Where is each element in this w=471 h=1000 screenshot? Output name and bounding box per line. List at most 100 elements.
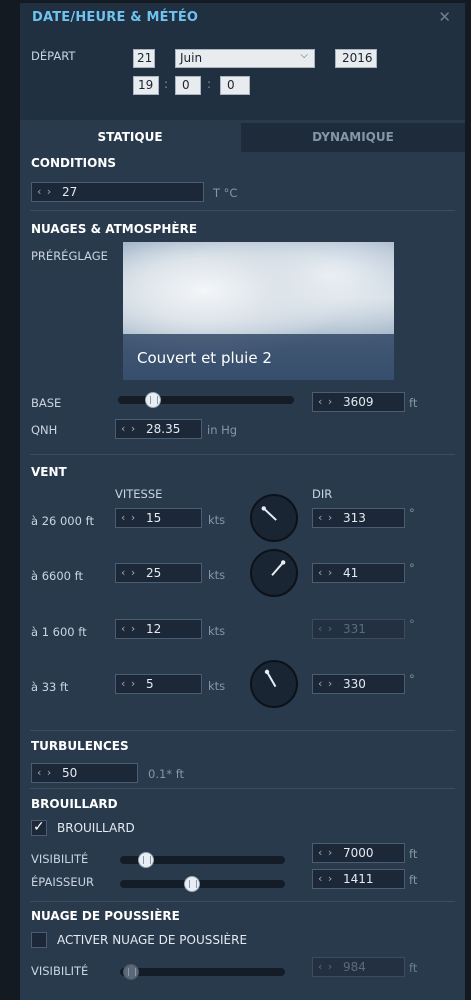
day-field[interactable]: 21 (133, 49, 155, 68)
wind-altitude-label: à 1 600 ft (31, 625, 87, 639)
stepper-arrows-icon[interactable]: ‹ › (318, 566, 333, 579)
conditions-title: CONDITIONS (31, 156, 117, 170)
preset-name: Couvert et pluie 2 (137, 349, 272, 367)
stepper-arrows-icon[interactable]: ‹ › (318, 622, 333, 635)
preset-label: PRÉRÉGLAGE (31, 249, 108, 263)
wind-altitude-label: à 26 000 ft (31, 514, 94, 528)
wind-speed-unit: kts (208, 624, 226, 638)
qnh-label: QNH (31, 423, 58, 437)
wind-dir-stepper[interactable]: ‹ › 41 (312, 563, 405, 583)
year-field[interactable]: 2016 (335, 49, 377, 68)
stepper-arrows-icon[interactable]: ‹ › (318, 511, 333, 524)
tab-bar: STATIQUE DYNAMIQUE (20, 123, 465, 152)
fog-visibility-unit: ft (409, 847, 418, 861)
tab-dynamic[interactable]: DYNAMIQUE (241, 123, 465, 152)
dust-visibility-label: VISIBILITÉ (31, 964, 89, 978)
fog-thickness-slider[interactable] (120, 880, 285, 888)
stepper-arrows-icon[interactable]: ‹ › (318, 395, 333, 408)
time-colon: : (207, 77, 212, 91)
wind-dir-stepper[interactable]: ‹ › 330 (312, 674, 405, 694)
second-field[interactable]: 0 (220, 76, 250, 95)
stepper-arrows-icon[interactable]: ‹ › (37, 185, 52, 198)
wind-dir-unit: ° (409, 561, 415, 575)
wind-dir-unit: ° (409, 617, 415, 631)
dial-needle-tip (280, 560, 286, 565)
wind-direction-dial[interactable] (249, 493, 299, 543)
fog-visibility-label: VISIBILITÉ (31, 852, 89, 866)
stepper-arrows-icon[interactable]: ‹ › (318, 960, 333, 973)
departure-label: DÉPART (31, 49, 76, 63)
fog-title: BROUILLARD (31, 797, 118, 811)
divider (30, 730, 455, 731)
chevron-down-icon: ⌵ (300, 50, 308, 61)
dust-title: NUAGE DE POUSSIÈRE (31, 909, 180, 923)
divider (30, 901, 455, 902)
fog-thickness-stepper[interactable]: ‹ › 1411 (312, 869, 405, 889)
base-unit: ft (409, 396, 418, 410)
stepper-arrows-icon[interactable]: ‹ › (37, 766, 52, 779)
base-stepper[interactable]: ‹ › 3609 (312, 392, 405, 412)
dial-needle-tip (264, 669, 270, 675)
speed-header: VITESSE (115, 487, 163, 501)
wind-title: VENT (31, 465, 67, 479)
weather-panel: DATE/HEURE & MÉTÉO ✕ DÉPART 21 Juin ⌵ 20… (20, 3, 465, 1000)
wind-speed-stepper[interactable]: ‹ › 12 (115, 619, 202, 639)
fog-visibility-stepper[interactable]: ‹ › 7000 (312, 843, 405, 863)
fog-visibility-slider-handle[interactable] (137, 852, 154, 868)
turbulence-title: TURBULENCES (31, 739, 129, 753)
wind-speed-stepper[interactable]: ‹ › 25 (115, 563, 202, 583)
fog-thickness-label: ÉPAISSEUR (31, 875, 94, 889)
dir-header: DIR (312, 487, 333, 501)
stepper-arrows-icon[interactable]: ‹ › (121, 622, 136, 635)
wind-direction-dial[interactable] (249, 659, 299, 709)
wind-speed-unit: kts (208, 679, 226, 693)
wind-dir-unit: ° (409, 506, 415, 520)
clouds-title: NUAGES & ATMOSPHÈRE (31, 222, 198, 236)
base-slider-handle[interactable] (145, 392, 162, 408)
qnh-stepper[interactable]: ‹ › 28.35 (115, 419, 202, 439)
window-header: DATE/HEURE & MÉTÉO ✕ DÉPART 21 Juin ⌵ 20… (20, 3, 465, 120)
turbulence-stepper[interactable]: ‹ › 50 (31, 763, 138, 783)
wind-dir-unit: ° (409, 672, 415, 686)
fog-thickness-slider-handle[interactable] (184, 876, 201, 892)
stepper-arrows-icon[interactable]: ‹ › (121, 422, 136, 435)
divider (30, 454, 455, 455)
stepper-arrows-icon[interactable]: ‹ › (318, 846, 333, 859)
temperature-unit: T °C (213, 186, 238, 200)
stepper-arrows-icon[interactable]: ‹ › (318, 872, 333, 885)
hour-field[interactable]: 19 (133, 76, 159, 95)
turbulence-unit: 0.1* ft (148, 767, 185, 781)
cloud-preset-thumbnail[interactable]: Couvert et pluie 2 (123, 242, 394, 380)
dust-visibility-stepper[interactable]: ‹ › 984 (312, 957, 405, 977)
wind-speed-stepper[interactable]: ‹ › 15 (115, 508, 202, 528)
stepper-arrows-icon[interactable]: ‹ › (121, 677, 136, 690)
wind-dir-stepper[interactable]: ‹ › 313 (312, 508, 405, 528)
stepper-arrows-icon[interactable]: ‹ › (318, 677, 333, 690)
fog-checkbox[interactable]: ✓ (31, 819, 47, 836)
wind-speed-unit: kts (208, 513, 226, 527)
divider (30, 210, 455, 211)
wind-altitude-label: à 6600 ft (31, 569, 83, 583)
stepper-arrows-icon[interactable]: ‹ › (121, 511, 136, 524)
close-icon[interactable]: ✕ (438, 8, 451, 26)
wind-speed-stepper[interactable]: ‹ › 5 (115, 674, 202, 694)
wind-altitude-label: à 33 ft (31, 680, 69, 694)
minute-field[interactable]: 0 (175, 76, 201, 95)
window-title: DATE/HEURE & MÉTÉO (32, 10, 199, 25)
qnh-unit: in Hg (207, 423, 238, 437)
temperature-stepper[interactable]: ‹ › 27 (31, 182, 204, 202)
dust-visibility-unit: ft (409, 961, 418, 975)
dust-visibility-slider-handle[interactable] (122, 964, 139, 980)
dust-checkbox[interactable] (31, 932, 47, 948)
fog-thickness-unit: ft (409, 873, 418, 887)
wind-direction-dial[interactable] (249, 548, 299, 598)
base-label: BASE (31, 396, 62, 410)
dust-checkbox-label: ACTIVER NUAGE DE POUSSIÈRE (57, 933, 248, 947)
wind-speed-unit: kts (208, 568, 226, 582)
wind-dir-stepper[interactable]: ‹ › 331 (312, 619, 405, 639)
dust-visibility-slider[interactable] (120, 968, 285, 976)
month-select[interactable]: Juin ⌵ (175, 49, 315, 68)
stepper-arrows-icon[interactable]: ‹ › (121, 566, 136, 579)
check-icon: ✓ (33, 819, 45, 835)
tab-static[interactable]: STATIQUE (20, 123, 240, 152)
